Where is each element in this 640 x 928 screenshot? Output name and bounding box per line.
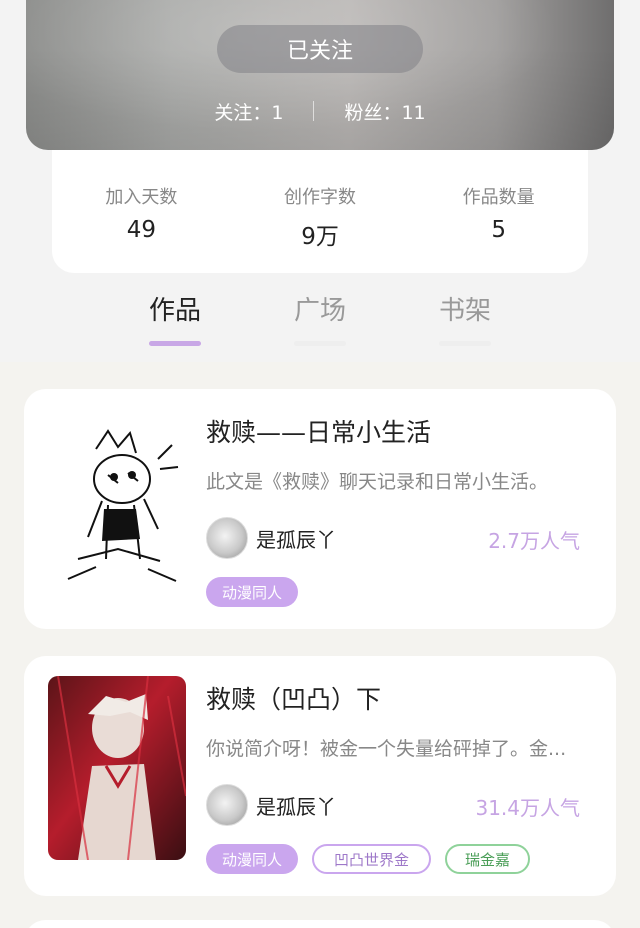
following-count[interactable]: 关注：1 <box>214 98 283 125</box>
stat-label: 创作字数 <box>284 187 356 208</box>
tab-square[interactable]: 广场 <box>260 290 380 346</box>
tag-list: 动漫同人 凹凸世界金 瑞金嘉 <box>206 844 531 874</box>
book-cover[interactable] <box>48 676 186 860</box>
content-tabs: 作品 广场 书架 <box>0 290 640 350</box>
tab-bookshelf[interactable]: 书架 <box>405 290 525 346</box>
work-title[interactable]: 救赎（凹凸）下 <box>206 680 381 716</box>
tab-indicator <box>294 341 346 346</box>
tab-label: 书架 <box>438 296 491 326</box>
tag-list: 动漫同人 <box>206 577 299 607</box>
stat-word-count: 创作字数 9万 <box>231 183 410 251</box>
stat-join-days: 加入天数 49 <box>52 183 231 243</box>
stat-label: 加入天数 <box>105 187 178 208</box>
divider <box>313 101 315 121</box>
work-title[interactable]: 救赎——日常小生活 <box>206 413 431 449</box>
book-cover[interactable] <box>48 409 186 593</box>
author-name: 是孤辰丫 <box>256 794 336 819</box>
tab-indicator <box>149 341 201 346</box>
author-name: 是孤辰丫 <box>256 527 336 552</box>
author-info[interactable]: 是孤辰丫 <box>206 517 336 559</box>
stat-value: 49 <box>126 217 156 243</box>
red-illustration-icon <box>48 676 186 860</box>
stat-works-count: 作品数量 5 <box>409 183 588 243</box>
popularity-count: 2.7万人气 <box>488 529 580 553</box>
next-work-card[interactable] <box>24 920 616 928</box>
work-description: 此文是《救赎》聊天记录和日常小生活。 <box>206 471 549 493</box>
work-description: 你说简介呀！被金一个失量给砰掉了。金... <box>206 738 567 760</box>
tag[interactable]: 瑞金嘉 <box>445 844 531 874</box>
work-card[interactable]: 救赎（凹凸）下 你说简介呀！被金一个失量给砰掉了。金... 是孤辰丫 31.4万… <box>24 656 616 896</box>
work-card[interactable]: 救赎——日常小生活 此文是《救赎》聊天记录和日常小生活。 是孤辰丫 2.7万人气… <box>24 389 616 629</box>
tab-works[interactable]: 作品 <box>115 290 235 346</box>
stats-card: 加入天数 49 创作字数 9万 作品数量 5 <box>52 150 588 273</box>
stat-value: 9万 <box>301 224 339 250</box>
tag[interactable]: 动漫同人 <box>206 577 299 607</box>
follow-button[interactable]: 已关注 <box>217 25 423 73</box>
stat-value: 5 <box>491 217 506 243</box>
profile-banner: 已关注 关注：1 粉丝：11 <box>26 0 614 150</box>
stat-label: 作品数量 <box>462 187 535 208</box>
sketch-illustration-icon <box>48 409 186 593</box>
followers-count[interactable]: 粉丝：11 <box>344 98 425 125</box>
popularity-count: 31.4万人气 <box>475 796 580 820</box>
tab-label: 作品 <box>148 296 201 326</box>
profile-header-zone: 已关注 关注：1 粉丝：11 加入天数 49 创作字数 9万 作品数量 5 作品… <box>0 0 640 362</box>
tag[interactable]: 动漫同人 <box>206 844 299 874</box>
tab-indicator <box>439 341 491 346</box>
avatar[interactable] <box>206 784 248 826</box>
author-info[interactable]: 是孤辰丫 <box>206 784 336 826</box>
avatar[interactable] <box>206 517 248 559</box>
tag[interactable]: 凹凸世界金 <box>312 844 432 874</box>
tab-label: 广场 <box>293 296 346 326</box>
follow-stats: 关注：1 粉丝：11 <box>26 96 614 126</box>
